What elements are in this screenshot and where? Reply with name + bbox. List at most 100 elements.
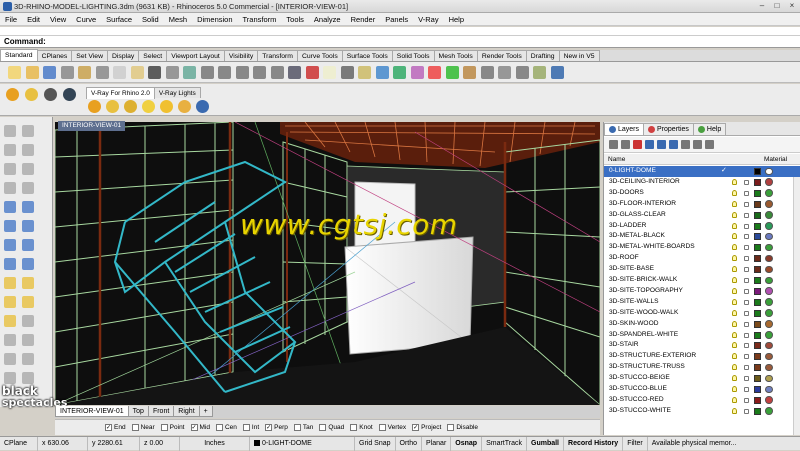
lightbulb-icon[interactable] <box>732 244 737 251</box>
rhino-app-icon[interactable] <box>3 2 12 11</box>
osnap-near[interactable]: Near <box>131 424 155 431</box>
osnap-checkbox[interactable] <box>350 424 358 431</box>
viewport-interior[interactable] <box>55 122 600 405</box>
new-file-icon[interactable] <box>8 66 21 79</box>
zoom-icon[interactable] <box>200 66 214 79</box>
menu-v-ray[interactable]: V-Ray <box>413 15 443 24</box>
lock-icon[interactable] <box>744 201 749 207</box>
layer-row[interactable]: 3D-SITE-BASE <box>604 264 800 275</box>
tab-curve-tools[interactable]: Curve Tools <box>296 50 343 61</box>
panel-tab-properties[interactable]: Properties <box>643 123 694 135</box>
lightbulb-icon[interactable] <box>732 353 737 360</box>
polyline-icon[interactable] <box>4 144 16 156</box>
import-icon[interactable] <box>78 66 91 79</box>
lightbulb-icon[interactable] <box>732 342 737 349</box>
lightbulb-icon[interactable] <box>732 331 737 338</box>
move-down-icon[interactable] <box>657 140 666 149</box>
layer-color-swatch[interactable] <box>754 168 761 175</box>
lightbulb-icon[interactable] <box>732 233 737 240</box>
layer-material-swatch[interactable] <box>765 189 773 197</box>
menu-help[interactable]: Help <box>444 15 469 24</box>
layer-material-swatch[interactable] <box>765 374 773 383</box>
layer-material-swatch[interactable] <box>765 167 773 175</box>
lightbulb-icon[interactable] <box>732 375 737 382</box>
layer-material-swatch[interactable] <box>765 254 773 263</box>
array-icon[interactable] <box>4 315 16 327</box>
boolean-icon[interactable] <box>4 239 16 251</box>
options-icon[interactable] <box>498 66 511 79</box>
grid-icon[interactable] <box>288 66 301 79</box>
layer-row[interactable]: 3D-DOORS <box>604 188 800 199</box>
panel-tab-help[interactable]: Help <box>692 123 727 135</box>
layer-tools-icon[interactable] <box>693 140 702 149</box>
tab-mesh-tools[interactable]: Mesh Tools <box>433 50 478 61</box>
layer-row[interactable]: 3D-FLOOR-INTERIOR <box>604 199 800 210</box>
lock-icon[interactable] <box>744 299 749 305</box>
lightbulb-icon[interactable] <box>732 407 737 414</box>
transform-icon[interactable] <box>22 258 34 270</box>
cut-icon[interactable] <box>95 66 109 79</box>
layer-material-swatch[interactable] <box>765 396 773 404</box>
layer-color-swatch[interactable] <box>754 386 761 393</box>
viewport-title[interactable]: INTERIOR-VIEW-01 <box>58 121 126 131</box>
layer-row[interactable]: 3D-SKIN-WOOD <box>604 319 800 330</box>
layer-color-swatch[interactable] <box>754 298 761 306</box>
layer-material-swatch[interactable] <box>765 276 773 284</box>
properties-icon[interactable] <box>375 66 389 79</box>
vray-options-icon[interactable] <box>6 88 19 101</box>
tab-cplanes[interactable]: CPlanes <box>36 50 73 61</box>
history-icon[interactable] <box>533 66 546 79</box>
layer-material-swatch[interactable] <box>765 222 773 230</box>
smarttrack-button[interactable]: SmartTrack <box>482 436 527 451</box>
fillet-icon[interactable] <box>22 239 34 251</box>
layer-row[interactable]: 3D-METAL-WHITE-BOARDS <box>604 242 800 253</box>
vray-br-icon[interactable] <box>63 88 76 101</box>
zoom-window-icon[interactable] <box>218 66 231 79</box>
close-button[interactable]: × <box>785 1 799 11</box>
lock-icon[interactable] <box>744 310 749 316</box>
move-up-icon[interactable] <box>645 140 654 149</box>
layer-color-swatch[interactable] <box>754 309 761 317</box>
lock-icon[interactable] <box>744 332 749 338</box>
layer-row[interactable]: 3D-STAIR <box>604 340 800 351</box>
lightbulb-icon[interactable] <box>732 287 737 294</box>
tab-v-ray-for-rhino-2-0[interactable]: V-Ray For Rhino 2.0 <box>86 87 155 99</box>
lock-icon[interactable] <box>744 387 749 392</box>
tab-drafting[interactable]: Drafting <box>525 50 560 61</box>
layer-material-swatch[interactable] <box>765 200 773 208</box>
layer-color-swatch[interactable] <box>754 244 761 252</box>
add-viewport-tab[interactable]: + <box>198 406 213 417</box>
vray-light-icon[interactable] <box>124 100 137 113</box>
lock-icon[interactable] <box>744 376 749 382</box>
select-arrow-icon[interactable] <box>4 125 16 137</box>
zoom-extents-icon[interactable] <box>235 66 249 79</box>
viewport-tab-top[interactable]: Top <box>127 406 149 417</box>
text-icon[interactable] <box>22 372 34 384</box>
layer-row[interactable]: 3D-CEILING-INTERIOR <box>604 177 800 188</box>
layer-row[interactable]: 3D-ROOF <box>604 253 800 264</box>
layer-row[interactable]: 3D-GLASS-CLEAR <box>604 210 800 221</box>
layer-color-swatch[interactable] <box>754 320 761 328</box>
vray-ies-icon[interactable] <box>178 100 191 113</box>
lightbulb-icon[interactable] <box>732 320 737 327</box>
lightbulb-icon[interactable] <box>732 396 737 403</box>
tab-viewport-layout[interactable]: Viewport Layout <box>166 50 225 61</box>
grid-snap-button[interactable]: Grid Snap <box>355 436 396 451</box>
layer-material-swatch[interactable] <box>765 287 773 295</box>
layer-color-swatch[interactable] <box>754 255 761 263</box>
lock-icon[interactable] <box>744 256 749 262</box>
osnap-end[interactable]: ✓ End <box>105 424 126 431</box>
osnap-checkbox[interactable]: ✓ <box>190 424 198 431</box>
sphere-icon[interactable] <box>22 220 34 232</box>
layer-row[interactable]: 3D-METAL-BLACK <box>604 231 800 242</box>
tab-select[interactable]: Select <box>138 50 168 61</box>
delete-layer-icon[interactable] <box>633 140 642 149</box>
layer-row[interactable]: 3D-SPANDREL-WHITE <box>604 330 800 341</box>
layer-material-swatch[interactable] <box>765 363 773 372</box>
layer-material-swatch[interactable] <box>765 265 773 274</box>
polygon-icon[interactable] <box>22 182 34 194</box>
layer-material-swatch[interactable] <box>765 309 773 317</box>
car-icon[interactable] <box>305 66 319 79</box>
menu-dimension[interactable]: Dimension <box>192 15 237 24</box>
vray-sun-icon[interactable] <box>142 100 155 113</box>
